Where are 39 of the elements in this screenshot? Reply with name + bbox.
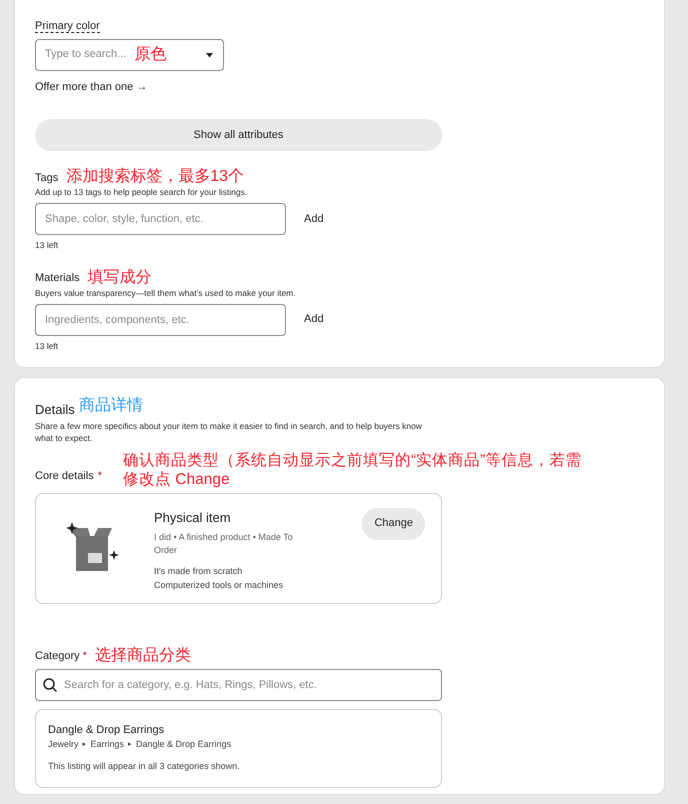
text-field[interactable]: Ingredients, components, etc. <box>35 304 286 336</box>
item-summary: I did • A finished product • Made To Order <box>154 531 294 558</box>
category-note: This listing will appear in all 3 categories shown. <box>48 760 240 773</box>
required-mark: * <box>98 469 102 484</box>
field-label: Primary color <box>35 20 100 33</box>
change-button[interactable]: Change <box>362 508 425 540</box>
show-attributes-button[interactable]: Show all attributes <box>35 119 442 151</box>
add-button[interactable]: Add <box>286 311 342 328</box>
field-label: Materials <box>35 271 80 286</box>
annotation-text: 添加搜索标签，最多13个 <box>66 167 244 186</box>
item-title: Physical item <box>154 508 232 527</box>
field-label: Category <box>35 649 80 664</box>
search-icon <box>43 678 57 692</box>
category-title: Dangle & Drop Earrings <box>48 722 164 738</box>
caret-icon <box>206 52 213 58</box>
offer-more-link[interactable]: Offer more than one → <box>35 78 148 95</box>
annotation-text: 原色 <box>134 44 166 64</box>
breadcrumb-item: Earrings <box>90 738 124 752</box>
category-search-field[interactable]: Search for a category, e.g. Hats, Rings, Pillows, etc. <box>35 668 442 701</box>
item-detail: It's made from scratch <box>154 565 242 578</box>
annotation-text: 确认商品类型（系统自动显示之前填写的“实体商品”等信息，若需修改点 Change <box>123 452 582 490</box>
item-detail: Computerized tools or machines <box>154 578 284 592</box>
help-text: Buyers value transparency—tell them what’s used to make your item. <box>35 286 297 300</box>
annotation-text: 填写成分 <box>88 268 152 287</box>
section-description: Share a few more specifics about your item to make it easier to find in search, and to help buyers know what to expect. <box>35 420 423 444</box>
section-title: Details <box>35 401 75 419</box>
add-button[interactable]: Add <box>286 210 342 228</box>
counter-text: 13 left <box>35 238 58 252</box>
annotation-text: 选择商品分类 <box>94 646 191 665</box>
breadcrumb-item: Dangle & Drop Earrings <box>136 738 232 752</box>
color-dropdown[interactable]: Type to search... 原色 <box>35 38 224 70</box>
annotation-text: 商品详情 <box>78 396 143 416</box>
field-label: Core details <box>35 469 94 484</box>
counter-text: 13 left <box>35 340 58 352</box>
text-field[interactable]: Shape, color, style, function, etc. <box>35 202 286 235</box>
field-label: Tags <box>35 170 58 186</box>
required-mark: * <box>82 649 87 664</box>
breadcrumb-item: Jewelry <box>48 738 79 752</box>
help-text: Add up to 13 tags to help people search for your listings. <box>35 186 248 199</box>
